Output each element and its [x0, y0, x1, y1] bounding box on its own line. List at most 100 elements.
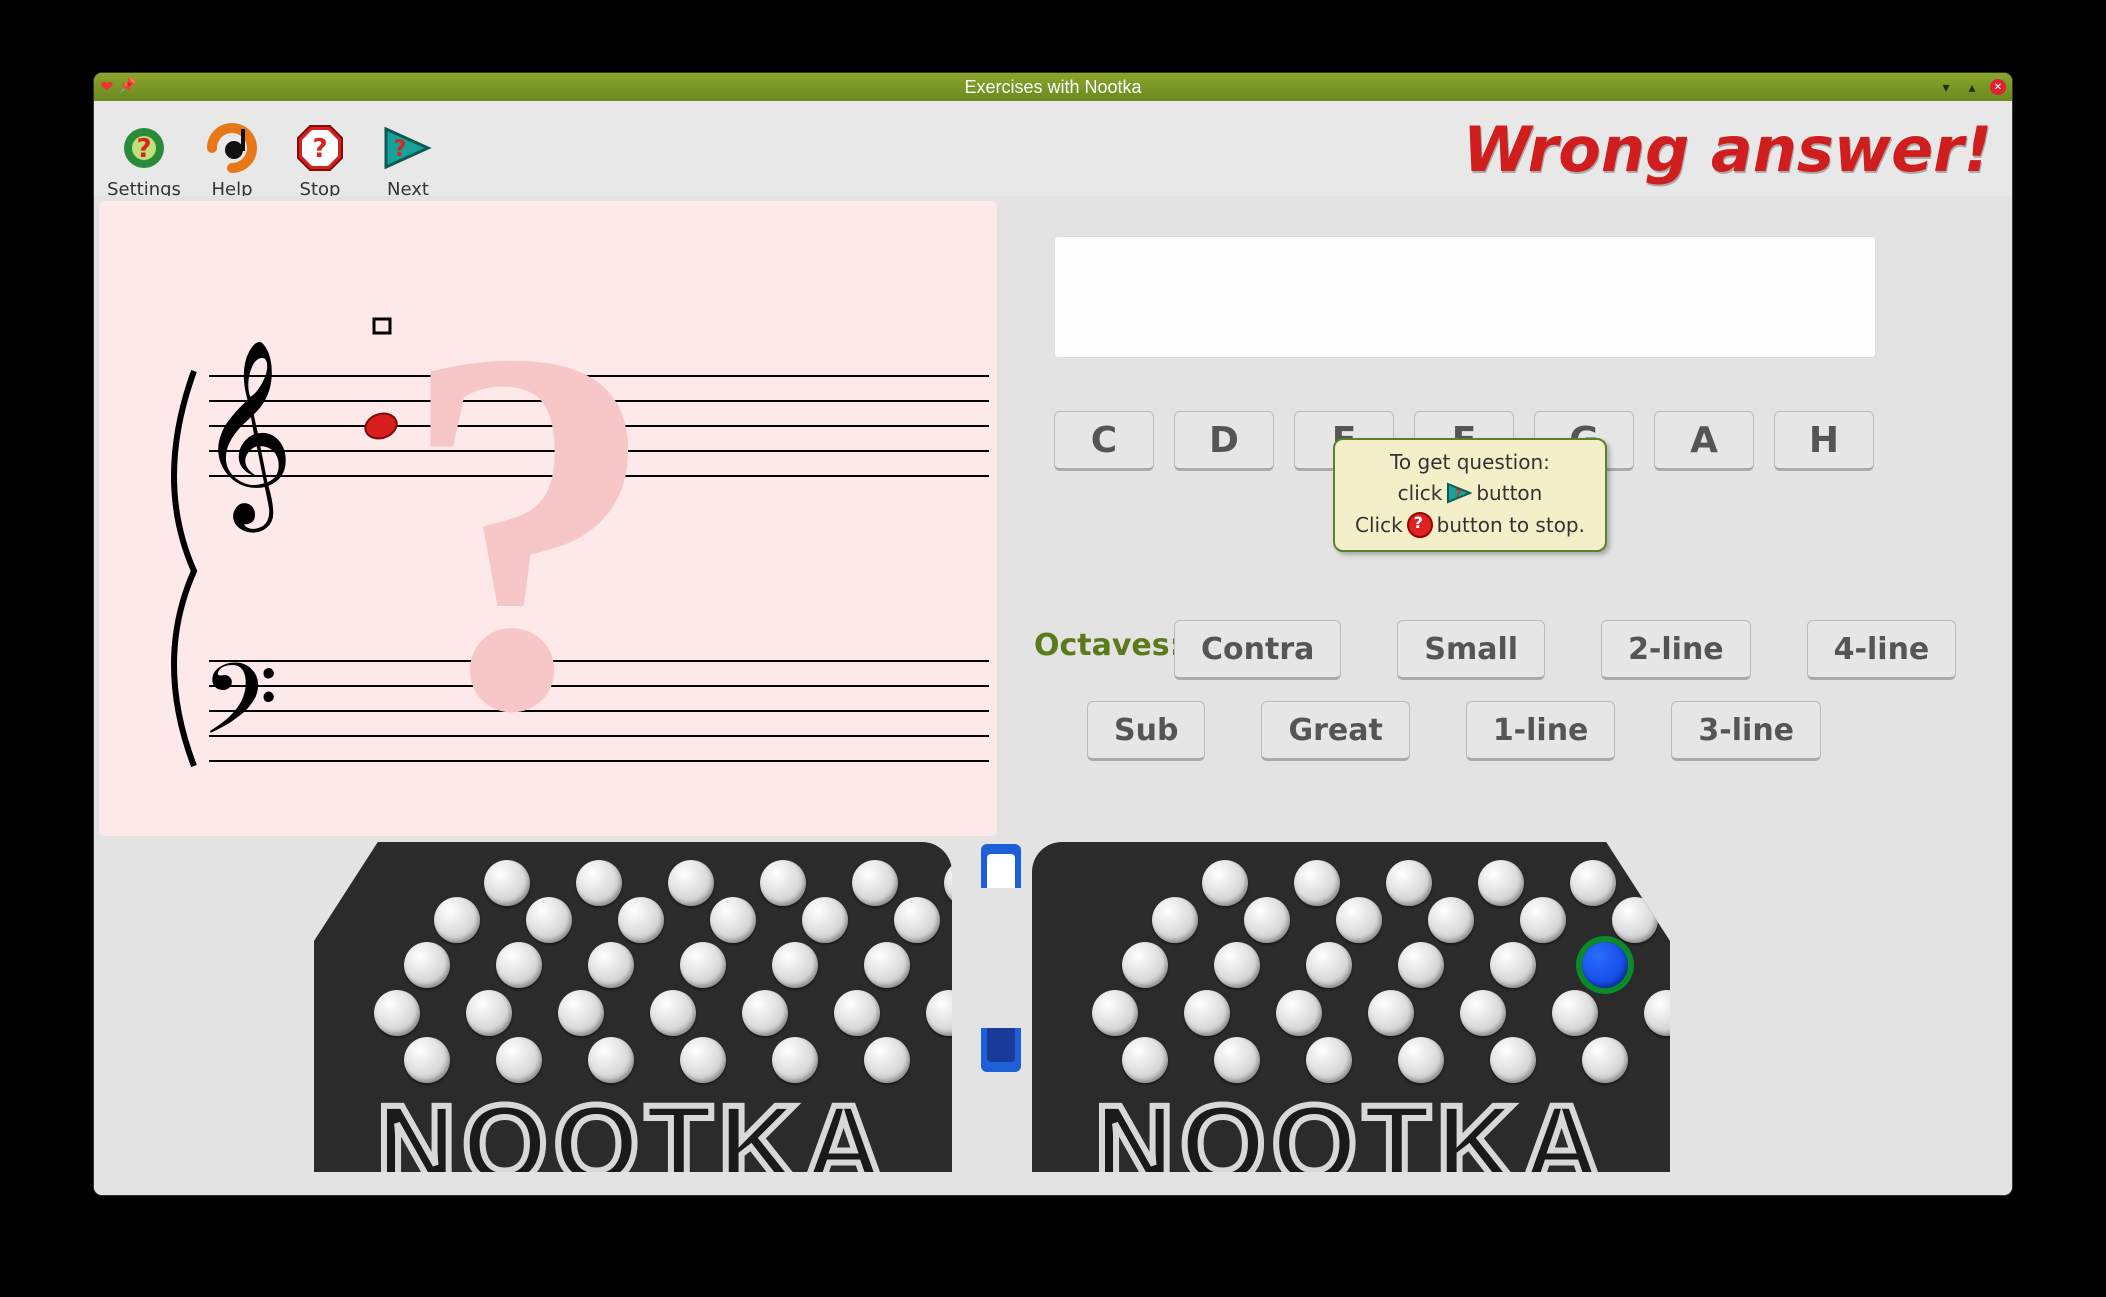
bandoneon-button[interactable] [834, 990, 880, 1036]
octave-row-1: Contra Small 2-line 4-line [1174, 620, 1956, 680]
bandoneon-button[interactable] [680, 1037, 726, 1083]
bandoneon-button[interactable] [772, 942, 818, 988]
bandoneon-button[interactable] [1092, 990, 1138, 1036]
bandoneon-right[interactable]: NOOTKA [1032, 842, 1670, 1172]
bandoneon-button[interactable] [650, 990, 696, 1036]
help-note-icon [188, 119, 276, 177]
bandoneon-button[interactable] [864, 1037, 910, 1083]
next-button[interactable]: ? Next [364, 119, 452, 200]
answer-display [1054, 236, 1876, 358]
octave-button-small[interactable]: Small [1397, 620, 1545, 680]
tooltip-line3: Click button to stop. [1347, 512, 1593, 538]
bandoneon-button[interactable] [588, 1037, 634, 1083]
note-button-a[interactable]: A [1654, 411, 1754, 471]
minimize-button[interactable]: ▾ [1938, 79, 1954, 95]
favorite-icon[interactable]: ❤ [100, 77, 113, 97]
octave-button-contra[interactable]: Contra [1174, 620, 1341, 680]
bandoneon-button[interactable] [1520, 897, 1566, 943]
bandoneon-button[interactable] [742, 990, 788, 1036]
bandoneon-button[interactable] [1122, 1037, 1168, 1083]
note-button-d[interactable]: D [1174, 411, 1274, 471]
stop-button[interactable]: ? Stop [276, 119, 364, 200]
score-panel[interactable]: ? [99, 201, 997, 836]
bandoneon-button[interactable] [1490, 1037, 1536, 1083]
svg-text:?: ? [312, 134, 327, 164]
bandoneon-button[interactable] [1478, 860, 1524, 906]
bandoneon-button[interactable] [1552, 990, 1598, 1036]
bandoneon-button[interactable] [1612, 897, 1658, 943]
bandoneon-button[interactable] [760, 860, 806, 906]
bandoneon-button[interactable] [1122, 942, 1168, 988]
octave-button-4line[interactable]: 4-line [1807, 620, 1957, 680]
bandoneon-button[interactable] [1368, 990, 1414, 1036]
bandoneon-button[interactable] [434, 897, 480, 943]
bandoneon-button[interactable] [668, 860, 714, 906]
bandoneon-button[interactable] [1662, 860, 1670, 906]
pin-icon[interactable]: 📌 [119, 77, 136, 97]
bandoneon-button[interactable] [1306, 942, 1352, 988]
bandoneon-button[interactable] [1582, 942, 1628, 988]
octave-button-3line[interactable]: 3-line [1671, 701, 1821, 761]
bandoneon-button[interactable] [466, 990, 512, 1036]
bandoneon-button[interactable] [852, 860, 898, 906]
settings-button[interactable]: ? Settings [100, 119, 188, 200]
bandoneon-button[interactable] [526, 897, 572, 943]
bandoneon-button[interactable] [944, 860, 952, 906]
bandoneon-button[interactable] [680, 942, 726, 988]
bandoneon-left[interactable]: NOOTKA [314, 842, 952, 1172]
close-button[interactable]: ✕ [1990, 79, 2006, 95]
bandoneon-button[interactable] [374, 990, 420, 1036]
toolbar: ? Settings Help ? [94, 101, 2012, 203]
octave-button-1line[interactable]: 1-line [1466, 701, 1616, 761]
bandoneon-button[interactable] [1336, 897, 1382, 943]
bandoneon-button[interactable] [894, 897, 940, 943]
bandoneon-button[interactable] [404, 942, 450, 988]
bandoneon-button[interactable] [618, 897, 664, 943]
bandoneon-button[interactable] [1244, 897, 1290, 943]
question-note [362, 410, 400, 443]
bow-mark-icon [374, 319, 390, 333]
bandoneon-button[interactable] [404, 1037, 450, 1083]
bandoneon-button[interactable] [1152, 897, 1198, 943]
play-question-icon: ? [1446, 480, 1472, 506]
bandoneon-button[interactable] [588, 942, 634, 988]
bandoneon-button[interactable] [1386, 860, 1432, 906]
octave-button-2line[interactable]: 2-line [1601, 620, 1751, 680]
bandoneon-button[interactable] [484, 860, 530, 906]
bandoneon-button[interactable] [926, 990, 952, 1036]
play-question-icon: ? [364, 119, 452, 177]
note-button-c[interactable]: C [1054, 411, 1154, 471]
octave-button-sub[interactable]: Sub [1087, 701, 1205, 761]
bandoneon-button[interactable] [1306, 1037, 1352, 1083]
bandoneon-button[interactable] [1202, 860, 1248, 906]
bandoneon-button[interactable] [1398, 1037, 1444, 1083]
bandoneon-button[interactable] [496, 942, 542, 988]
bass-clef-icon: 𝄢 [201, 646, 278, 779]
bandoneon-button[interactable] [1644, 990, 1670, 1036]
bandoneon-button[interactable] [1460, 990, 1506, 1036]
bandoneon-button[interactable] [1294, 860, 1340, 906]
bandoneon-button[interactable] [864, 942, 910, 988]
bandoneon-button[interactable] [1428, 897, 1474, 943]
bandoneon-button[interactable] [576, 860, 622, 906]
bellows-close-icon[interactable] [981, 1028, 1021, 1072]
help-button[interactable]: Help [188, 119, 276, 200]
bandoneon-button[interactable] [710, 897, 756, 943]
bandoneon-button[interactable] [802, 897, 848, 943]
bandoneon-button[interactable] [1490, 942, 1536, 988]
bandoneon-button[interactable] [1276, 990, 1322, 1036]
bandoneon-button[interactable] [1214, 1037, 1260, 1083]
bandoneon-button[interactable] [772, 1037, 818, 1083]
bandoneon-button[interactable] [558, 990, 604, 1036]
bellows-open-icon[interactable] [981, 844, 1021, 888]
maximize-button[interactable]: ▴ [1964, 79, 1980, 95]
bandoneon-button[interactable] [1214, 942, 1260, 988]
bandoneon-button[interactable] [1570, 860, 1616, 906]
bandoneon-button[interactable] [1582, 1037, 1628, 1083]
octave-button-great[interactable]: Great [1261, 701, 1409, 761]
bandoneon-button[interactable] [1398, 942, 1444, 988]
hint-tooltip: To get question: click ? button Click bu… [1333, 438, 1607, 552]
note-button-h[interactable]: H [1774, 411, 1874, 471]
bandoneon-button[interactable] [1184, 990, 1230, 1036]
bandoneon-button[interactable] [496, 1037, 542, 1083]
